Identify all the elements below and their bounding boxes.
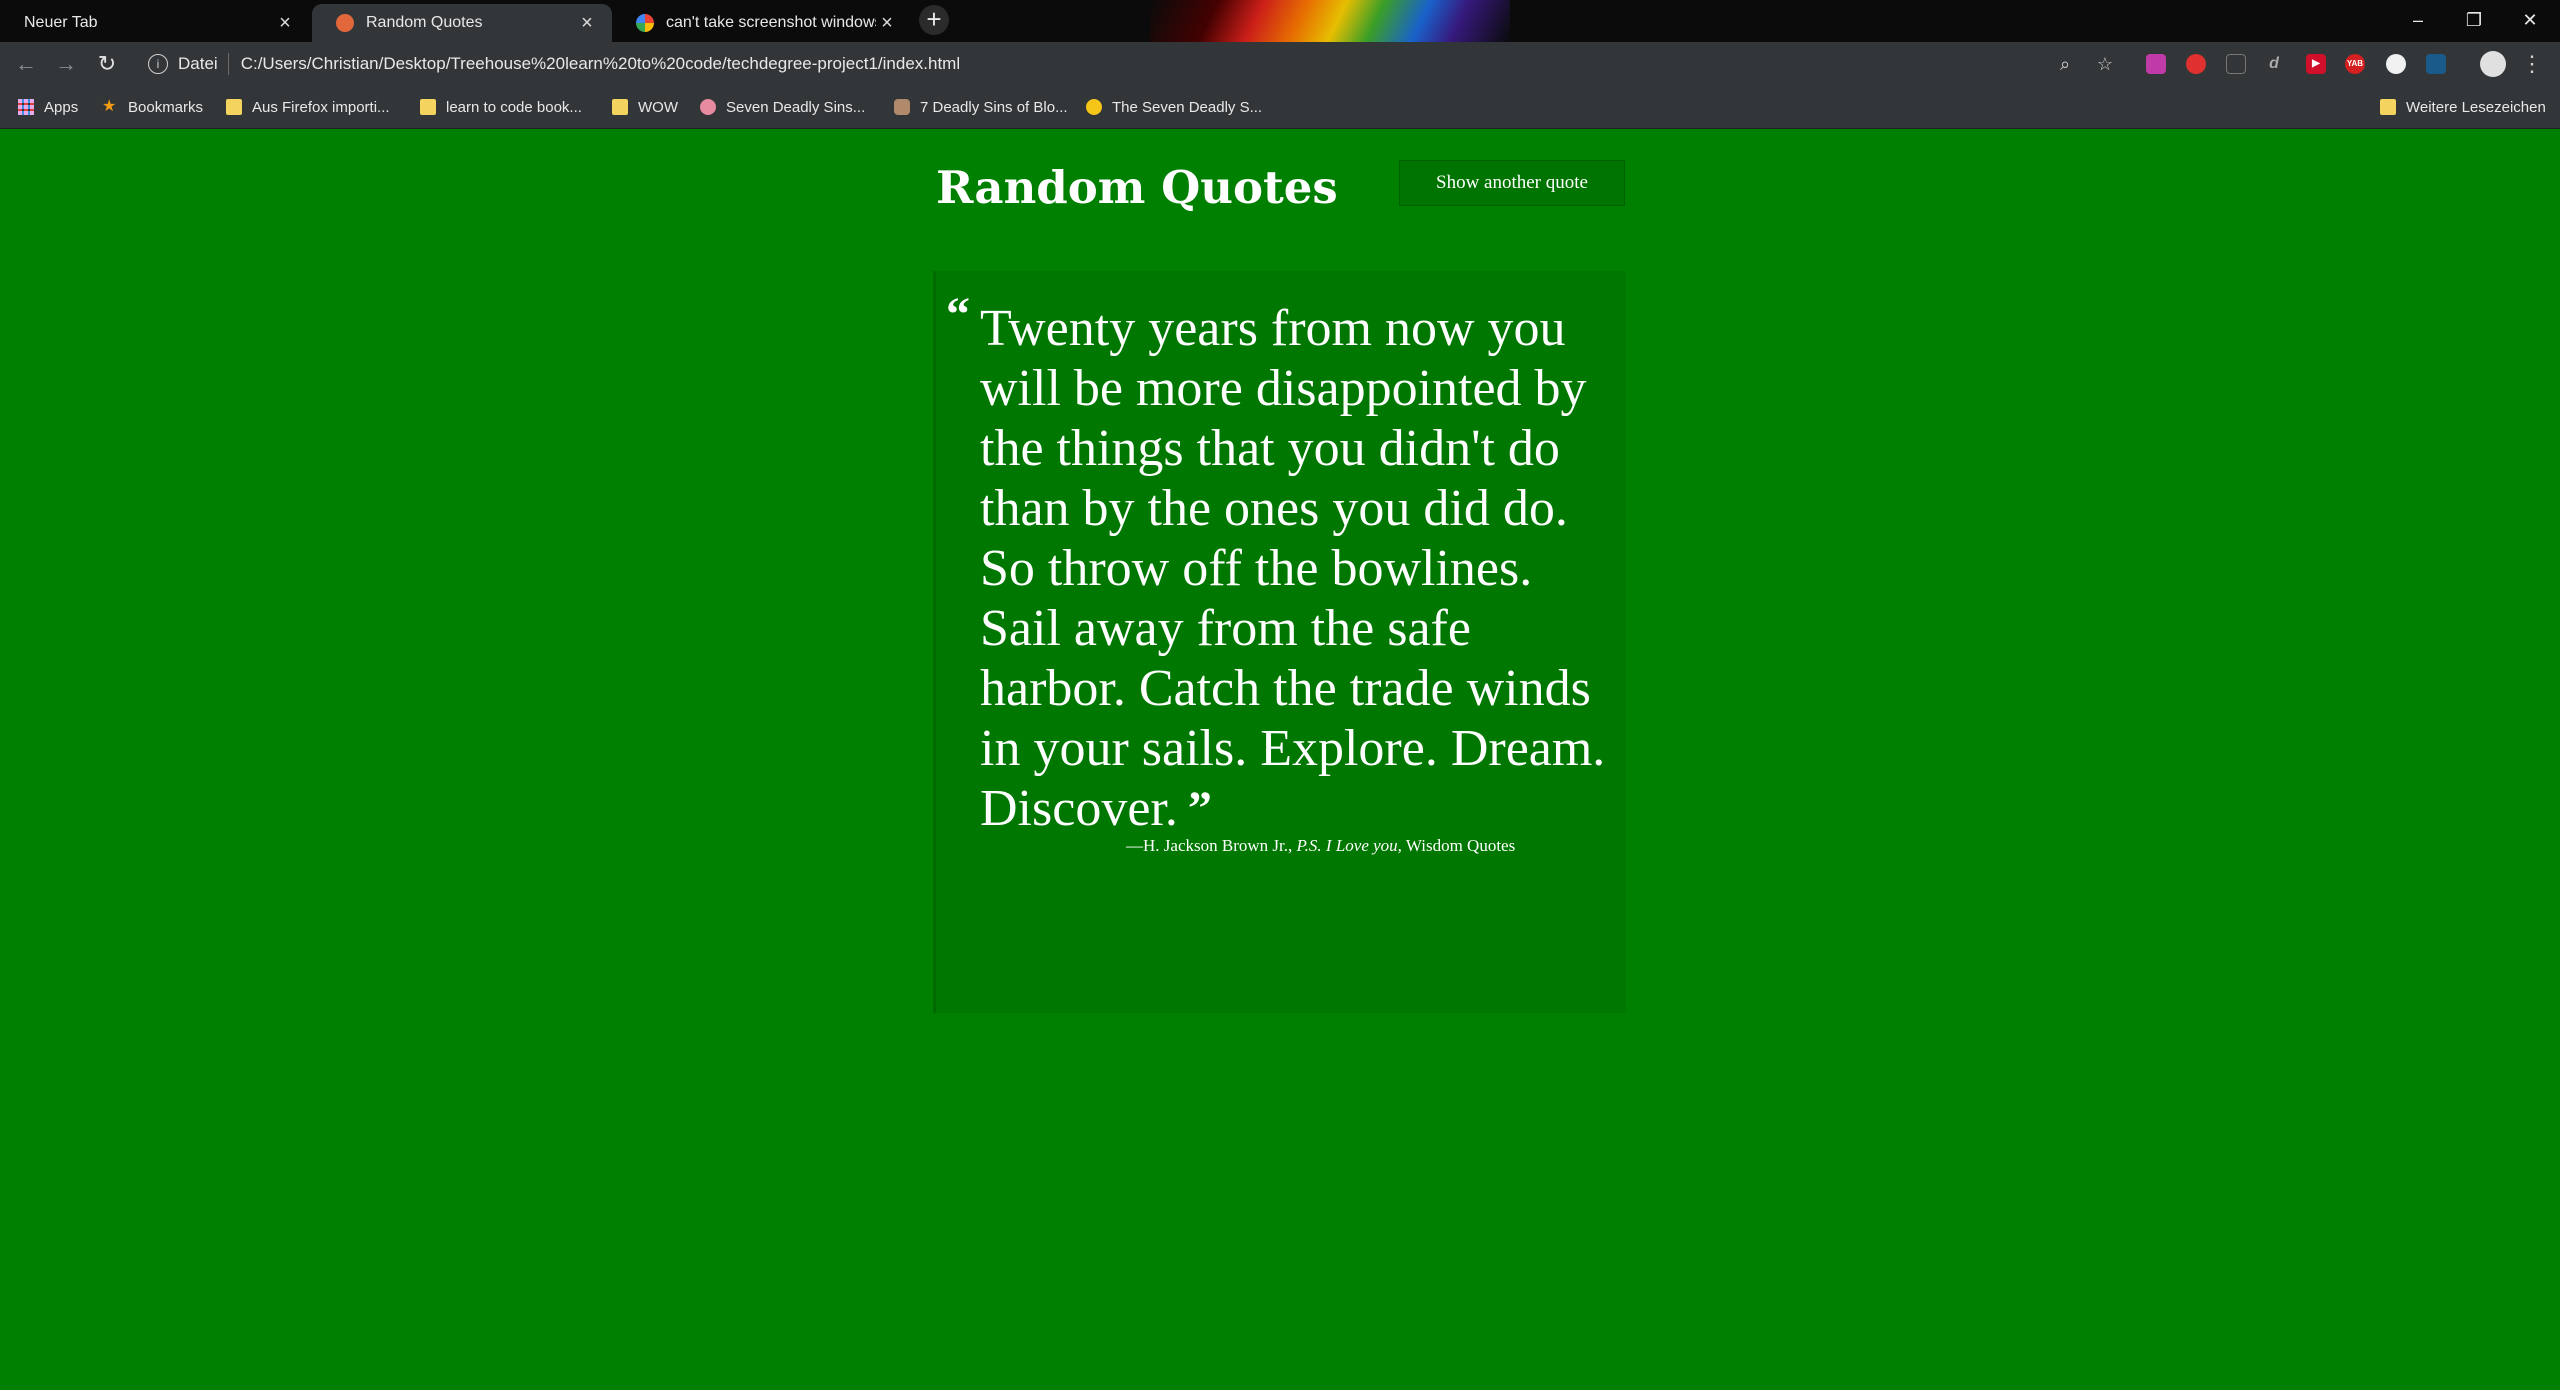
browser-toolbar: ← → ↻ i Datei C:/Users/Christian/Desktop…	[0, 42, 2560, 86]
folder-icon	[226, 99, 242, 115]
tab-screenshot-search[interactable]: can't take screenshot windows 10 ×	[612, 4, 912, 42]
quote-box: “ Twenty years from now you will be more…	[933, 271, 1626, 1013]
extension-icon[interactable]	[2386, 54, 2406, 74]
bookmark-folder[interactable]: Aus Firefox importi...	[226, 96, 390, 118]
close-quote-mark: ”	[1187, 782, 1212, 835]
bookmark-label: 7 Deadly Sins of Blo...	[920, 98, 1068, 116]
show-another-quote-button[interactable]: Show another quote	[1399, 160, 1625, 206]
bookmark-star-icon[interactable]: ☆	[2093, 52, 2117, 76]
tab-random-quotes[interactable]: Random Quotes ×	[312, 4, 612, 42]
tab-strip: Neuer Tab × Random Quotes × can't take s…	[0, 0, 2560, 42]
extension-icon[interactable]	[2146, 54, 2166, 74]
close-icon[interactable]: ×	[576, 12, 598, 35]
url-text[interactable]: C:/Users/Christian/Desktop/Treehouse%20l…	[241, 54, 960, 74]
bookmarks-bar: Apps ★ Bookmarks Aus Firefox importi... …	[0, 86, 2560, 129]
extension-icon[interactable]: YAB	[2345, 54, 2365, 74]
page-title: Random Quotes	[936, 161, 1338, 214]
close-window-button[interactable]: ✕	[2502, 2, 2558, 38]
open-quote-mark: “	[946, 288, 970, 341]
quote-source: —H. Jackson Brown Jr., P.S. I Love you, …	[1126, 836, 1515, 856]
tab-new-tab[interactable]: Neuer Tab ×	[0, 4, 310, 42]
zoom-icon[interactable]: ⌕	[2053, 52, 2077, 76]
apps-grid-icon	[18, 99, 34, 115]
scheme-label: Datei	[178, 54, 218, 73]
source-citation: P.S. I Love you	[1296, 836, 1398, 855]
restore-button[interactable]: ❐	[2446, 2, 2502, 38]
menu-icon[interactable]: ⋮	[2520, 50, 2544, 78]
minimize-button[interactable]: –	[2390, 2, 2446, 38]
portrait-icon	[894, 99, 910, 115]
tab-title: Neuer Tab	[24, 14, 98, 31]
bookmark-link[interactable]: Seven Deadly Sins...	[700, 96, 865, 118]
extension-icon[interactable]	[2186, 54, 2206, 74]
reload-button[interactable]: ↻	[93, 50, 121, 78]
folder-icon	[612, 99, 628, 115]
quote-text: Twenty years from now you will be more d…	[980, 300, 1606, 837]
extension-icon[interactable]	[2226, 54, 2246, 74]
quote-text-block: Twenty years from now you will be more d…	[980, 299, 1620, 839]
bookmark-label: WOW	[638, 98, 678, 116]
page-viewport: Random Quotes Show another quote “ Twent…	[0, 129, 2560, 1390]
back-button[interactable]: ←	[12, 50, 40, 78]
source-author: —H. Jackson Brown Jr.,	[1126, 836, 1297, 855]
extension-icon[interactable]: ▶	[2306, 54, 2326, 74]
bookmark-folder[interactable]: learn to code book...	[420, 96, 582, 118]
source-year: , Wisdom Quotes	[1397, 836, 1516, 855]
address-divider	[227, 53, 229, 75]
new-tab-button[interactable]: +	[919, 5, 949, 35]
folder-icon	[420, 99, 436, 115]
avatar[interactable]	[2480, 51, 2506, 77]
bookmark-label: Bookmarks	[128, 98, 204, 116]
star-icon: ★	[102, 98, 117, 115]
extension-icon[interactable]: d	[2264, 54, 2284, 74]
emoji-icon	[1086, 99, 1102, 115]
forward-button[interactable]: →	[52, 50, 80, 78]
bookmark-link[interactable]: The Seven Deadly S...	[1086, 96, 1262, 118]
google-icon	[636, 14, 654, 32]
bookmark-bookmarks[interactable]: ★ Bookmarks	[102, 96, 203, 118]
tab-title: Random Quotes	[366, 14, 483, 31]
brain-icon	[700, 99, 716, 115]
bookmark-label: The Seven Deadly S...	[1112, 98, 1263, 116]
extension-icon[interactable]	[2426, 54, 2446, 74]
folder-icon	[2380, 99, 2396, 115]
bookmark-label: learn to code book...	[446, 98, 582, 116]
bookmark-apps[interactable]: Apps	[18, 96, 78, 118]
close-icon[interactable]: ×	[274, 12, 296, 35]
bookmark-label: Apps	[44, 98, 79, 116]
bookmark-label: Seven Deadly Sins...	[726, 98, 866, 116]
chrome-page-icon	[336, 14, 354, 32]
bookmark-folder[interactable]: WOW	[612, 96, 678, 118]
other-bookmarks[interactable]: Weitere Lesezeichen	[2380, 96, 2546, 118]
bookmark-link[interactable]: 7 Deadly Sins of Blo...	[894, 96, 1068, 118]
bookmark-label: Weitere Lesezeichen	[2406, 98, 2546, 116]
tab-title: can't take screenshot windows 10	[666, 14, 876, 31]
theme-artwork	[1150, 0, 1510, 42]
address-bar[interactable]: i Datei C:/Users/Christian/Desktop/Treeh…	[138, 47, 2138, 81]
bookmark-label: Aus Firefox importi...	[252, 98, 390, 116]
info-icon[interactable]: i	[148, 54, 168, 74]
close-icon[interactable]: ×	[876, 12, 898, 35]
